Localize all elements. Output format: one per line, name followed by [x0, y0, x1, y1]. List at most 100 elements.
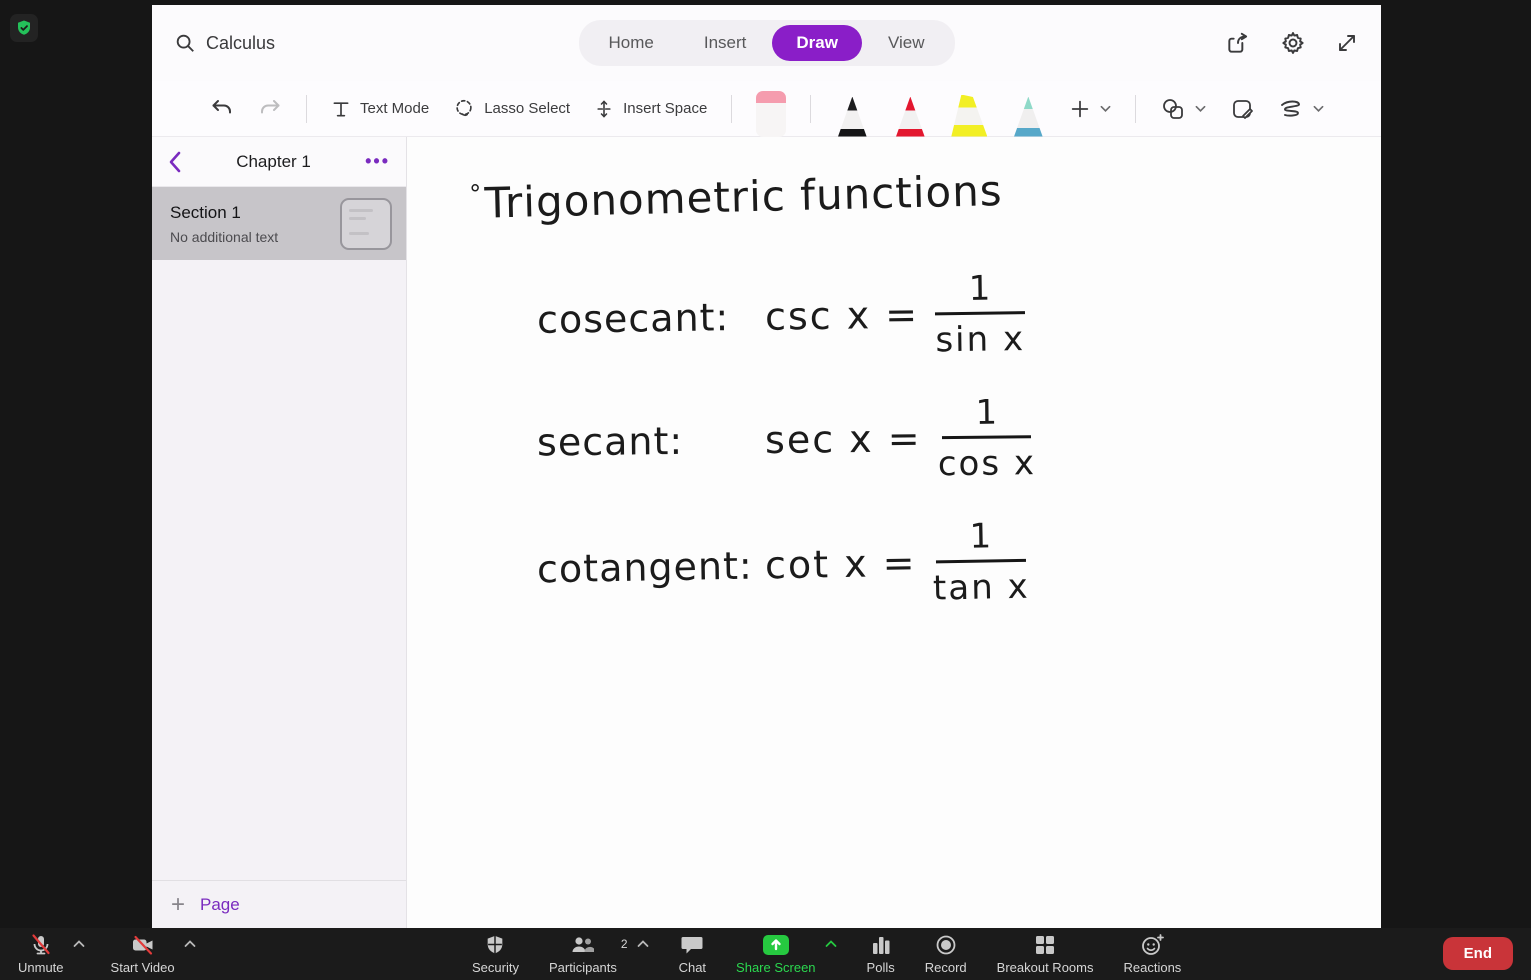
- note-pen-button[interactable]: [1230, 97, 1254, 121]
- insert-space-icon: [594, 98, 614, 120]
- more-options-button[interactable]: •••: [365, 151, 390, 172]
- note-pen-icon: [1230, 97, 1254, 121]
- unmute-label: Unmute: [18, 960, 64, 975]
- meeting-security-badge[interactable]: [10, 14, 38, 42]
- polls-button[interactable]: Polls: [867, 933, 895, 975]
- handwritten-title: °Trigonometric functions: [469, 165, 1004, 228]
- lasso-select-label: Lasso Select: [484, 100, 571, 117]
- insert-space-label: Insert Space: [623, 100, 708, 117]
- breakout-grid-icon: [1033, 933, 1057, 957]
- back-button[interactable]: [168, 151, 182, 173]
- record-circle-icon: [934, 933, 958, 957]
- chat-label: Chat: [678, 960, 707, 975]
- settings-gear-icon[interactable]: [1280, 30, 1306, 56]
- search-field[interactable]: [174, 32, 356, 54]
- add-page-button[interactable]: + Page: [152, 880, 406, 928]
- search-icon: [174, 32, 196, 54]
- shapes-button[interactable]: [1160, 97, 1206, 121]
- lasso-select-button[interactable]: Lasso Select: [453, 98, 570, 120]
- yellow-highlighter-tool[interactable]: [951, 94, 988, 137]
- share-screen-icon: [761, 933, 791, 957]
- insert-space-button[interactable]: Insert Space: [594, 98, 707, 120]
- tab-view[interactable]: View: [864, 25, 949, 61]
- chevron-up-icon[interactable]: [637, 940, 649, 948]
- record-button[interactable]: Record: [925, 933, 967, 975]
- expand-icon[interactable]: [1335, 31, 1359, 55]
- ribbon-tabs: Home Insert Draw View: [578, 20, 955, 66]
- mic-muted-icon: [29, 933, 53, 957]
- plus-icon: +: [171, 890, 186, 918]
- bullet-mark: °: [469, 179, 483, 208]
- ink-squiggle-icon: [1278, 98, 1304, 120]
- window-actions: [1225, 30, 1359, 56]
- end-meeting-button[interactable]: End: [1442, 937, 1513, 970]
- add-pen-button[interactable]: [1069, 98, 1111, 120]
- security-shield-icon: [484, 933, 506, 957]
- chevron-down-icon: [1313, 105, 1324, 113]
- lasso-icon: [453, 98, 475, 120]
- fraction-denominator: cos x: [937, 442, 1037, 484]
- tab-insert[interactable]: Insert: [680, 25, 771, 61]
- black-pen-tool[interactable]: [838, 96, 867, 137]
- red-pen-tool[interactable]: [896, 96, 925, 137]
- participants-count-badge: 2: [620, 937, 628, 951]
- chevron-down-icon: [1195, 105, 1206, 113]
- formula-name: cosecant:: [536, 295, 730, 342]
- tab-draw[interactable]: Draw: [772, 25, 862, 61]
- chevron-up-icon[interactable]: [73, 940, 85, 948]
- security-button[interactable]: Security: [472, 933, 519, 975]
- reactions-smiley-icon: [1139, 933, 1165, 957]
- add-page-label: Page: [200, 894, 240, 914]
- page-title: Section 1: [170, 202, 241, 222]
- unmute-button[interactable]: Unmute: [18, 933, 64, 975]
- record-label: Record: [924, 960, 967, 975]
- pages-sidebar: Chapter 1 ••• Section 1 No additional te…: [152, 137, 407, 928]
- zoom-meeting-toolbar: Unmute Start Video Security Participants…: [0, 928, 1531, 980]
- toolbar-divider: [1135, 94, 1137, 123]
- breakout-rooms-label: Breakout Rooms: [996, 960, 1094, 975]
- notebook-title: Chapter 1: [236, 151, 311, 171]
- fraction-numerator: 1: [934, 267, 1025, 315]
- chevron-up-icon[interactable]: [184, 940, 196, 948]
- undo-button[interactable]: [210, 97, 234, 121]
- participants-button[interactable]: Participants: [549, 933, 617, 975]
- ink-options-button[interactable]: [1278, 98, 1324, 120]
- participants-label: Participants: [548, 960, 617, 975]
- reactions-button[interactable]: Reactions: [1123, 933, 1181, 975]
- formula-name: secant:: [536, 418, 684, 465]
- start-video-button[interactable]: Start Video: [111, 933, 175, 975]
- breakout-rooms-button[interactable]: Breakout Rooms: [996, 933, 1094, 975]
- share-screen-label: Share Screen: [736, 960, 816, 975]
- formula-lhs: sec x =: [764, 416, 922, 463]
- text-mode-icon: [331, 99, 351, 119]
- formula-lhs: cot x =: [764, 540, 917, 588]
- polls-bars-icon: [870, 933, 892, 957]
- page-list-item-section1[interactable]: Section 1 No additional text: [152, 187, 406, 260]
- page-thumbnail: [340, 197, 392, 250]
- draw-toolbar: Text Mode Lasso Select Insert Space: [152, 81, 1381, 137]
- toolbar-divider: [306, 94, 307, 123]
- teal-pen-tool[interactable]: [1014, 96, 1043, 137]
- share-icon[interactable]: [1225, 30, 1251, 56]
- fraction-numerator: 1: [941, 391, 1032, 439]
- formula-row-secant: secant: sec x = 1 cos x: [536, 384, 1381, 493]
- chevron-up-icon[interactable]: [825, 940, 837, 948]
- search-input[interactable]: [206, 32, 356, 54]
- eraser-tool[interactable]: [756, 90, 787, 137]
- security-label: Security: [472, 960, 519, 975]
- note-canvas[interactable]: °Trigonometric functions cosecant: csc x…: [407, 137, 1381, 928]
- chat-button[interactable]: Chat: [679, 933, 706, 975]
- shapes-icon: [1160, 97, 1186, 121]
- fraction-denominator: tan x: [932, 566, 1030, 608]
- sidebar-empty-area: [152, 260, 406, 880]
- tab-home[interactable]: Home: [584, 25, 677, 61]
- sidebar-header: Chapter 1 •••: [152, 137, 406, 187]
- onenote-window: Home Insert Draw View: [152, 5, 1381, 928]
- chat-bubble-icon: [680, 933, 704, 957]
- fraction: 1 cos x: [937, 391, 1037, 484]
- app-top-bar: Home Insert Draw View: [152, 5, 1381, 81]
- share-screen-button[interactable]: Share Screen: [736, 933, 816, 975]
- page-subtitle: No additional text: [170, 228, 279, 245]
- text-mode-button[interactable]: Text Mode: [331, 99, 429, 119]
- redo-button[interactable]: [258, 97, 282, 121]
